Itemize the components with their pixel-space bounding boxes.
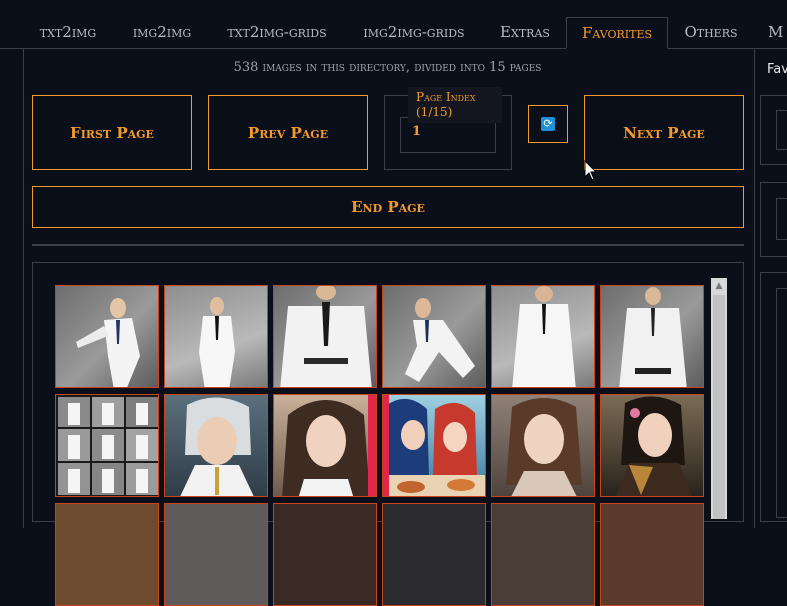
- end-page-button[interactable]: End Page: [32, 186, 744, 228]
- gallery-thumbnail[interactable]: [600, 394, 704, 497]
- suit-figure-image: [619, 287, 687, 387]
- prev-page-button[interactable]: Prev Page: [208, 95, 368, 170]
- gallery-thumbnail[interactable]: [382, 285, 486, 388]
- portrait-image: [506, 398, 582, 496]
- gallery-thumbnail[interactable]: [273, 285, 377, 388]
- side-input[interactable]: [776, 288, 787, 518]
- gallery-thumbnail[interactable]: [55, 285, 159, 388]
- gallery-thumbnail[interactable]: [273, 394, 377, 497]
- favorites-side-label: Fav: [767, 62, 787, 77]
- gallery-thumbnail[interactable]: [491, 503, 595, 606]
- suit-figure-image: [76, 298, 140, 387]
- portrait-image: [180, 397, 254, 496]
- gallery-thumbnail[interactable]: [164, 503, 268, 606]
- suit-figure-image: [280, 286, 372, 387]
- portrait-image: [616, 396, 692, 496]
- tab-favorites[interactable]: Favorites: [566, 17, 668, 49]
- tab-txt2img[interactable]: txt2img: [28, 17, 108, 48]
- divider: [32, 244, 744, 246]
- mouse-cursor-icon: [584, 160, 598, 181]
- tab-more[interactable]: M: [768, 17, 787, 48]
- suit-grid-image: [58, 397, 158, 495]
- first-page-button[interactable]: First Page: [32, 95, 192, 170]
- gallery-thumbnail[interactable]: [164, 394, 268, 497]
- refresh-icon: ⟳: [541, 117, 555, 131]
- gallery-thumbnail[interactable]: [55, 503, 159, 606]
- refresh-button[interactable]: ⟳: [528, 105, 568, 143]
- gallery-thumbnail[interactable]: [491, 394, 595, 497]
- side-input[interactable]: [776, 110, 787, 150]
- couple-dining-image: [383, 395, 485, 496]
- suit-figure-image: [199, 297, 235, 387]
- page-index-label: Page Index (1/15): [408, 87, 502, 123]
- gallery-thumbnail[interactable]: [382, 394, 486, 497]
- suit-figure-image: [405, 298, 475, 382]
- tab-txt2img-grids[interactable]: txt2img-grids: [218, 17, 336, 48]
- side-input[interactable]: [776, 198, 787, 240]
- tab-img2img[interactable]: img2img: [122, 17, 202, 48]
- gallery-thumbnail[interactable]: [164, 285, 268, 388]
- directory-info: 538 images in this directory, divided in…: [233, 60, 542, 75]
- tab-img2img-grids[interactable]: img2img-grids: [352, 17, 476, 48]
- tab-bar: txt2img img2img txt2img-grids img2img-gr…: [0, 0, 787, 49]
- gallery-thumbnail[interactable]: [600, 285, 704, 388]
- tab-extras[interactable]: Extras: [492, 17, 558, 48]
- scrollbar-thumb[interactable]: [713, 295, 725, 519]
- gallery-thumbnail[interactable]: [273, 503, 377, 606]
- suit-figure-image: [512, 286, 576, 387]
- next-page-button[interactable]: Next Page: [584, 95, 744, 170]
- portrait-image: [282, 395, 376, 496]
- tab-others[interactable]: Others: [676, 17, 746, 48]
- gallery-thumbnail[interactable]: [491, 285, 595, 388]
- gallery-thumbnail[interactable]: [600, 503, 704, 606]
- gallery-thumbnail[interactable]: [55, 394, 159, 497]
- gallery-thumbnail[interactable]: [382, 503, 486, 606]
- scroll-up-arrow-icon[interactable]: ▲: [711, 278, 727, 294]
